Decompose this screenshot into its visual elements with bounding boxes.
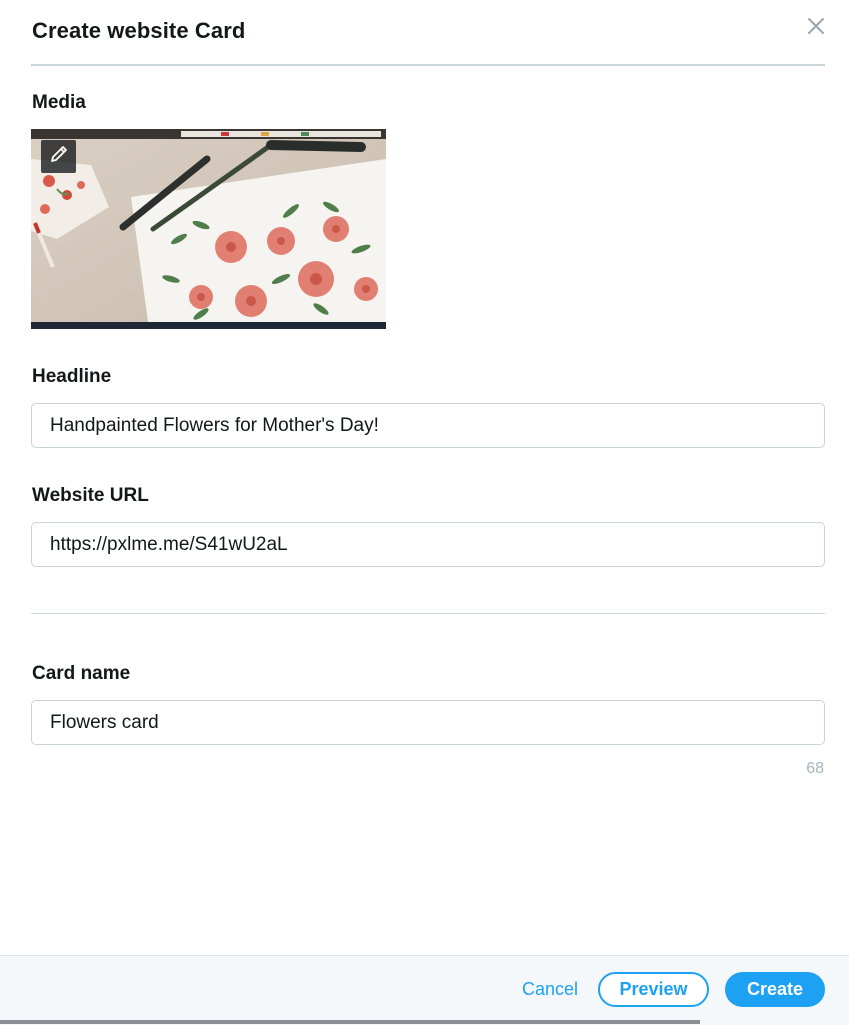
pencil-icon	[48, 143, 70, 170]
title-divider	[31, 64, 825, 66]
card-name-input[interactable]	[32, 701, 810, 744]
website-url-input[interactable]	[32, 523, 810, 566]
website-url-field-box	[31, 522, 825, 567]
media-label: Media	[32, 92, 86, 113]
website-url-label: Website URL	[32, 485, 149, 506]
flower-painting-image	[31, 129, 386, 329]
footer-shadow	[0, 1020, 700, 1024]
headline-field-box	[31, 403, 825, 448]
headline-label: Headline	[32, 366, 112, 387]
character-counter: 68	[806, 760, 824, 777]
headline-input[interactable]	[32, 404, 810, 447]
dialog-title: Create website Card	[32, 18, 246, 43]
card-name-field-box	[31, 700, 825, 745]
close-icon[interactable]	[806, 16, 826, 36]
section-divider	[31, 613, 825, 614]
dialog-footer	[0, 955, 849, 1025]
media-preview-image[interactable]	[31, 129, 386, 329]
edit-media-button[interactable]	[41, 140, 76, 173]
cancel-button[interactable]: Cancel	[522, 979, 578, 1000]
preview-button[interactable]: Preview	[598, 972, 709, 1007]
card-name-label: Card name	[32, 663, 131, 684]
create-button[interactable]: Create	[725, 972, 825, 1007]
